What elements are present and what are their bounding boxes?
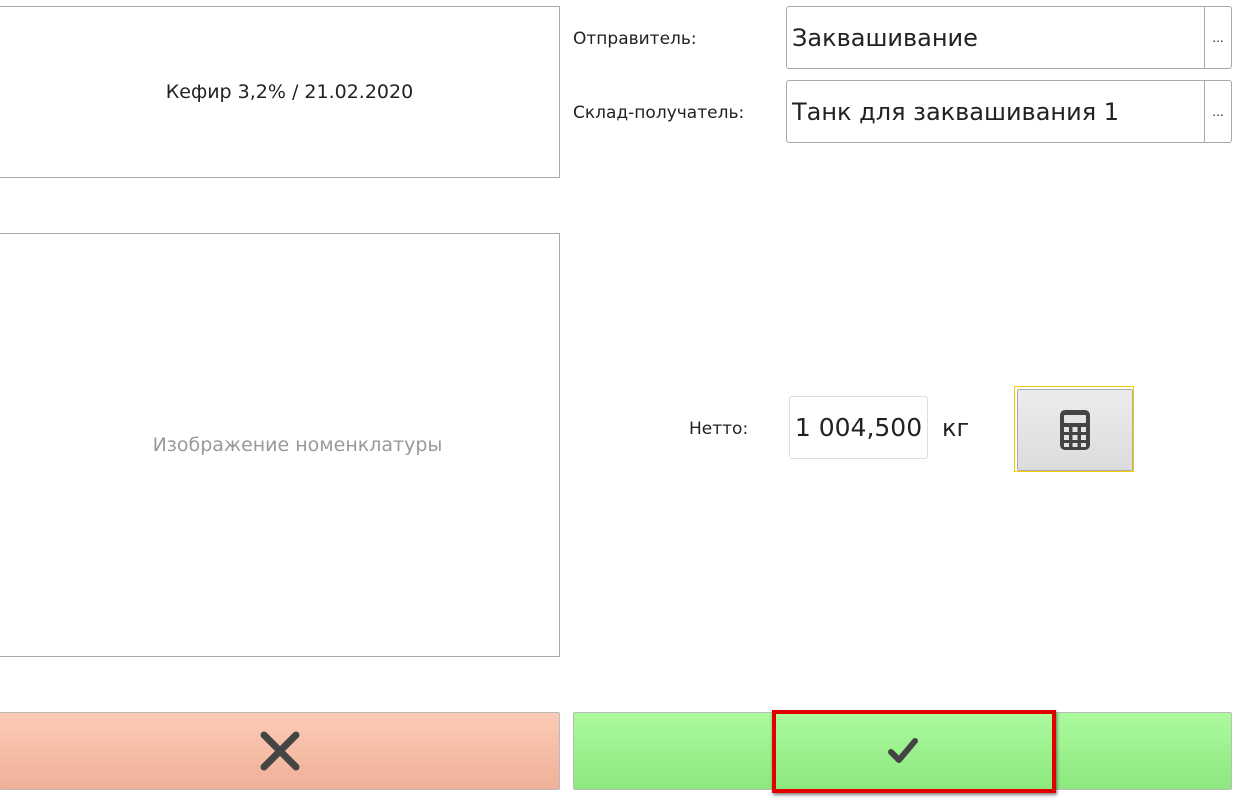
- netto-value: 1 004,500: [794, 413, 923, 442]
- check-icon: [887, 738, 918, 763]
- receiver-field[interactable]: Танк для заквашивания 1 ...: [786, 80, 1232, 143]
- sender-label: Отправитель:: [573, 29, 697, 49]
- cancel-button[interactable]: [0, 712, 560, 790]
- netto-input[interactable]: 1 004,500: [789, 396, 928, 459]
- product-image-panel: Изображение номенклатуры: [0, 233, 560, 657]
- sender-field[interactable]: Заквашивание ...: [786, 6, 1232, 69]
- image-placeholder: Изображение номенклатуры: [152, 434, 443, 456]
- sender-value: Заквашивание: [792, 23, 978, 52]
- calculator-button[interactable]: [1014, 386, 1134, 472]
- receiver-label: Склад-получатель:: [573, 103, 745, 123]
- product-title: Кефир 3,2% / 21.02.2020: [165, 81, 414, 103]
- confirm-button[interactable]: [573, 712, 1232, 790]
- product-panel: Кефир 3,2% / 21.02.2020: [0, 6, 560, 178]
- receiver-value: Танк для заквашивания 1: [792, 97, 1120, 126]
- netto-unit: кг: [942, 414, 970, 442]
- receiver-select-button[interactable]: ...: [1204, 81, 1231, 142]
- netto-label: Нетто:: [689, 419, 749, 439]
- sender-select-button[interactable]: ...: [1204, 7, 1231, 68]
- x-icon: [260, 731, 299, 771]
- calculator-icon: [1060, 410, 1090, 450]
